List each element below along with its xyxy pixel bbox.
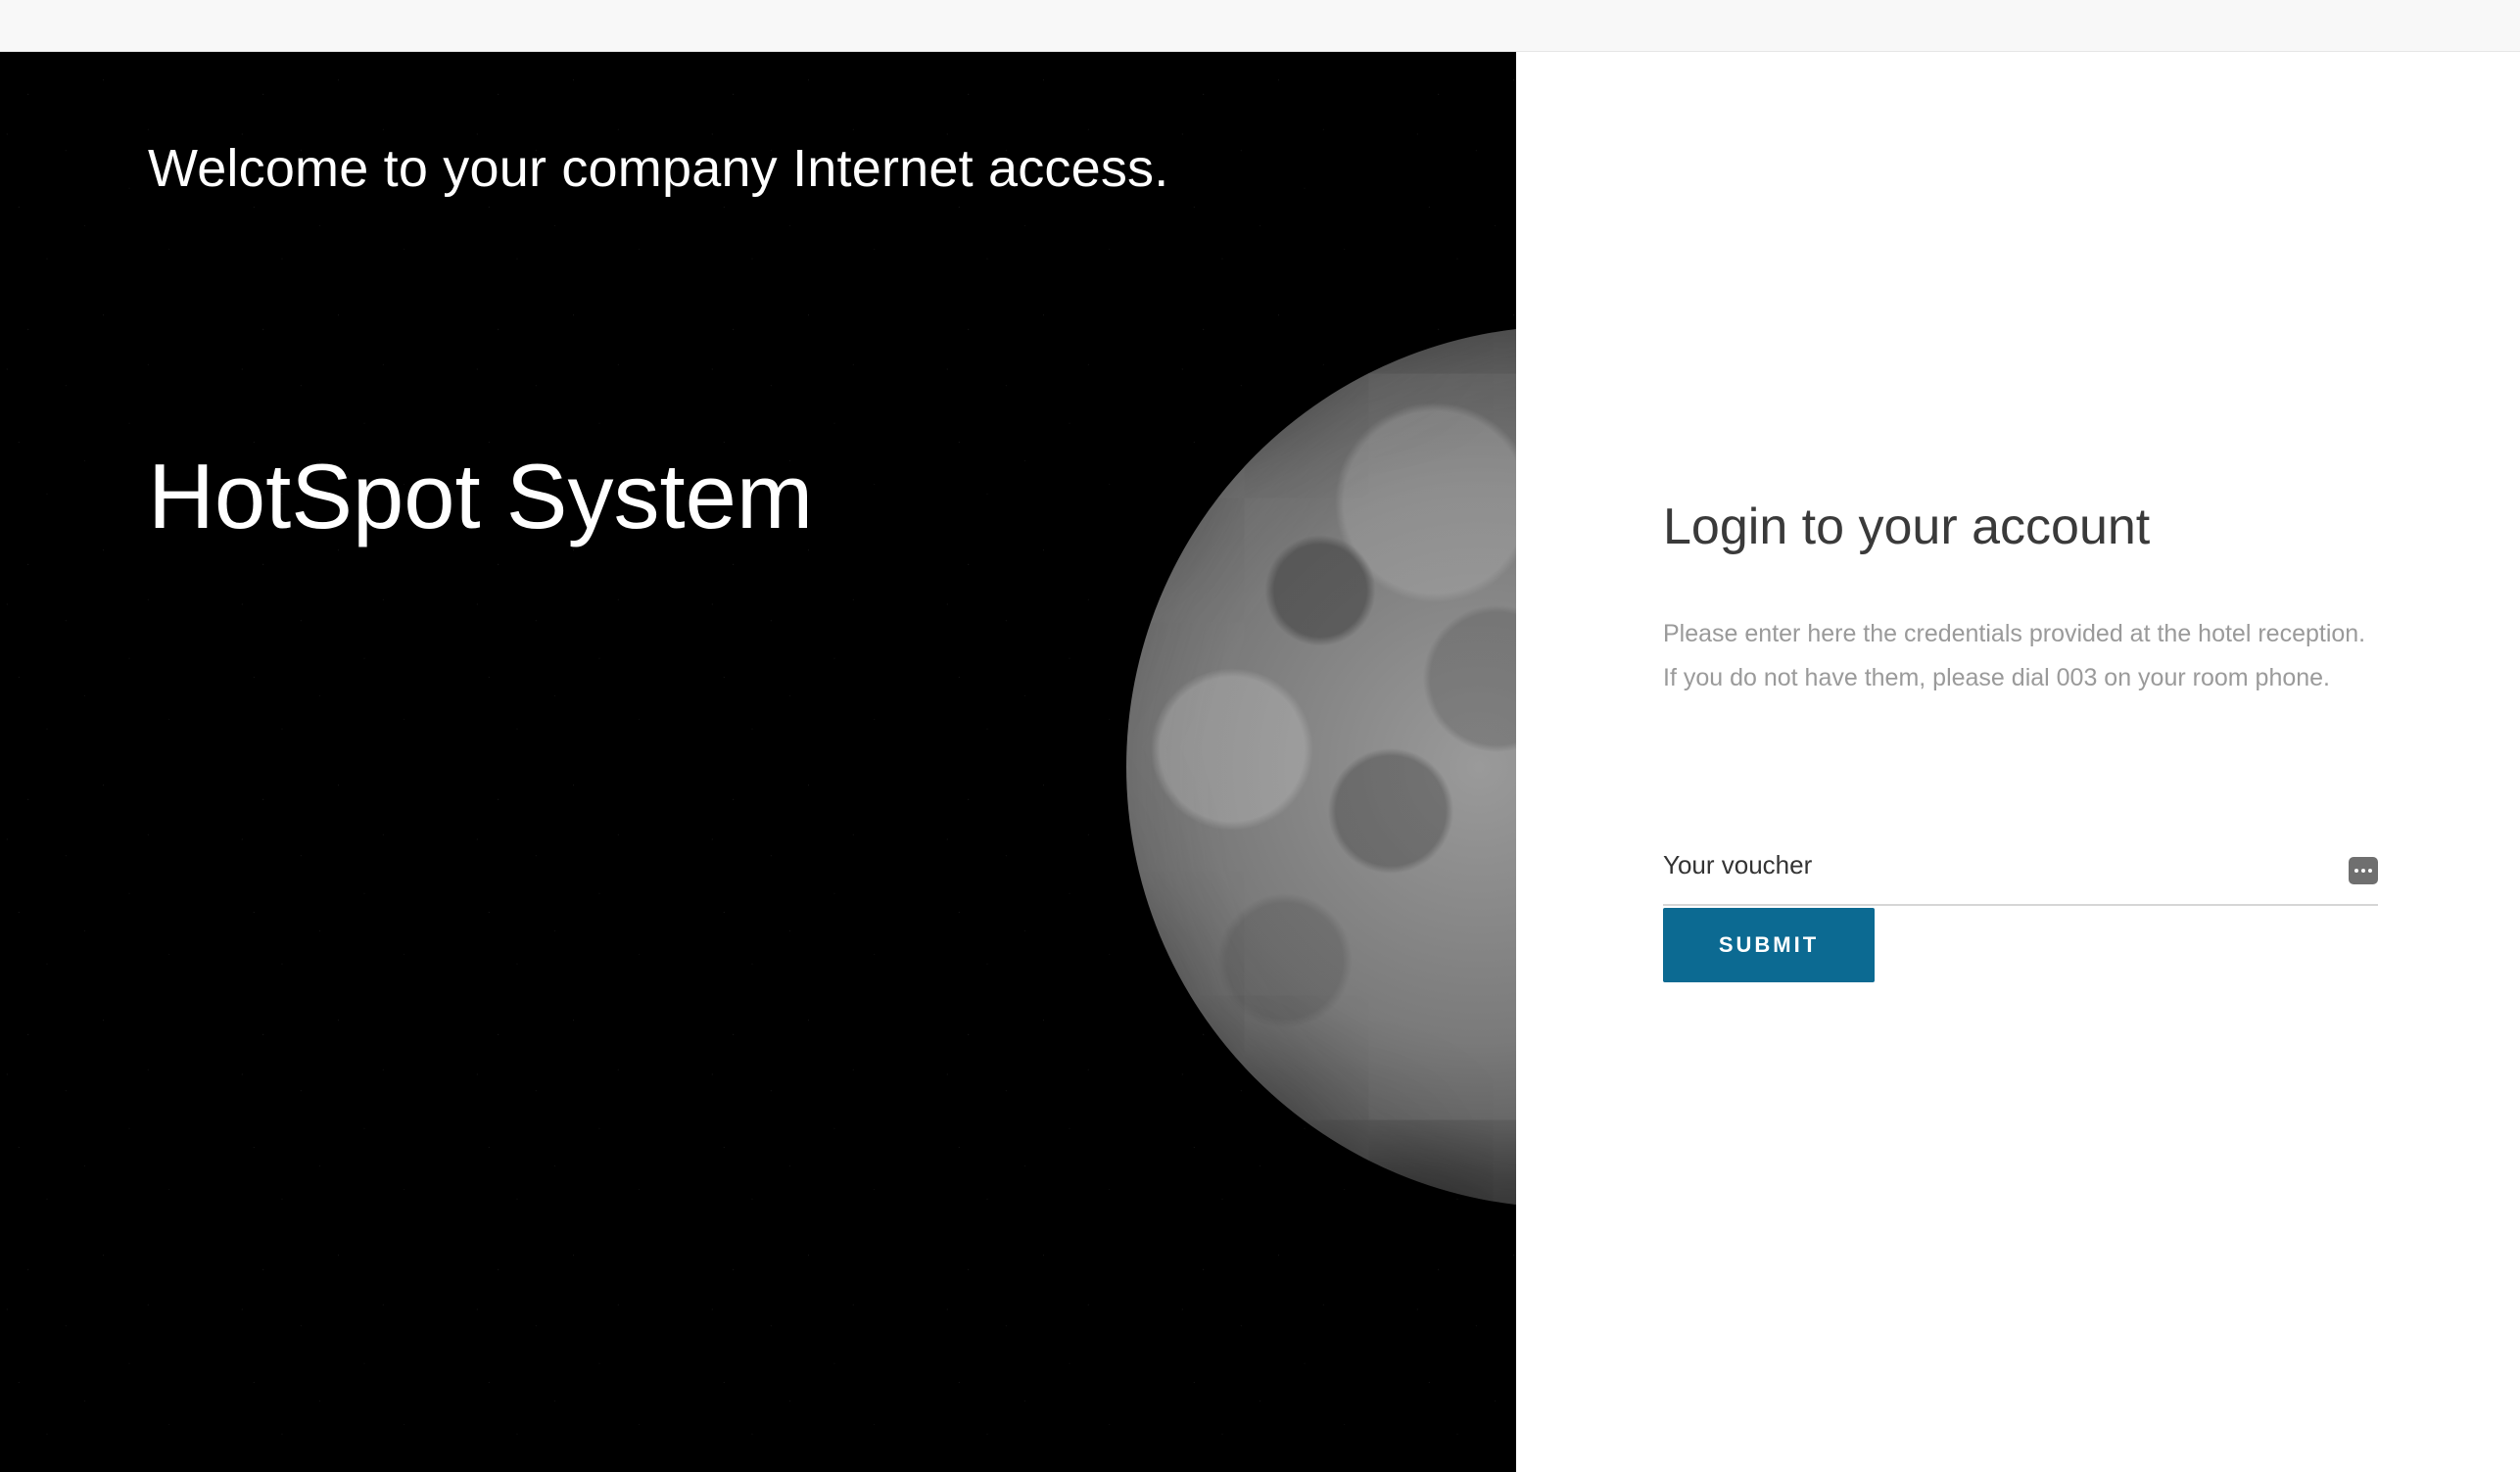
submit-button[interactable]: SUBMIT bbox=[1663, 908, 1875, 982]
more-dots-icon[interactable] bbox=[2349, 857, 2378, 884]
dot bbox=[2368, 869, 2372, 873]
instructions-line-1: Please enter here the credentials provid… bbox=[1663, 620, 2366, 647]
login-title: Login to your account bbox=[1663, 499, 2151, 555]
login-instructions: Please enter here the credentials provid… bbox=[1663, 612, 2388, 700]
dot bbox=[2354, 869, 2358, 873]
voucher-input[interactable] bbox=[1663, 826, 2309, 904]
instructions-line-2: If you do not have them, please dial 003… bbox=[1663, 664, 2331, 691]
brand-title: HotSpot System bbox=[148, 445, 814, 547]
welcome-heading: Welcome to your company Internet access. bbox=[148, 139, 1169, 198]
browser-top-bar bbox=[0, 0, 2520, 52]
voucher-field bbox=[1663, 826, 2378, 906]
hero-panel: Welcome to your company Internet access.… bbox=[0, 52, 1516, 1472]
dot bbox=[2361, 869, 2365, 873]
login-panel: Login to your account Please enter here … bbox=[1516, 52, 2520, 1472]
